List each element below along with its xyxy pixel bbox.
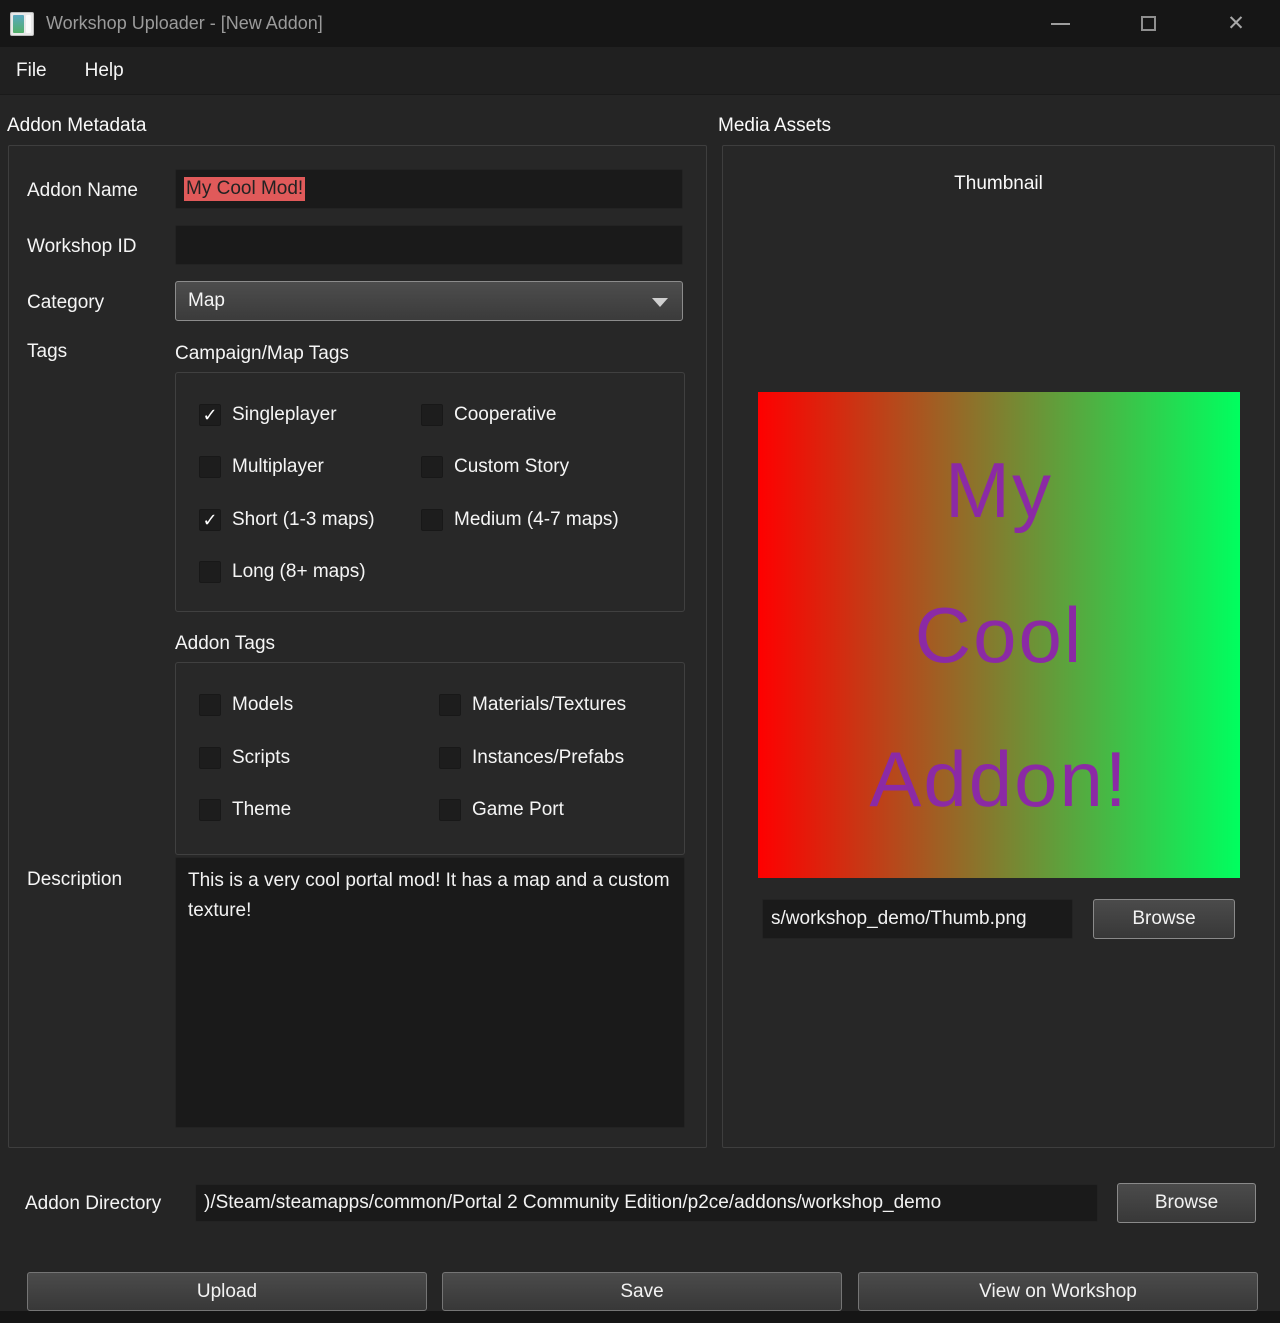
media-assets-section-title: Media Assets bbox=[718, 115, 831, 137]
thumbnail-label: Thumbnail bbox=[723, 173, 1274, 195]
checkbox-label: Medium (4-7 maps) bbox=[454, 509, 619, 531]
addon-directory-input[interactable]: )/Steam/steamapps/common/Portal 2 Commun… bbox=[195, 1184, 1098, 1222]
app-icon-left-pane bbox=[13, 15, 24, 33]
addon-tags-groupbox: Models Materials/Textures Scripts Instan… bbox=[175, 662, 685, 855]
checkbox-game-port[interactable]: Game Port bbox=[439, 799, 564, 821]
window-title: Workshop Uploader - [New Addon] bbox=[46, 13, 323, 34]
directory-browse-button[interactable]: Browse bbox=[1117, 1183, 1256, 1223]
minimize-icon bbox=[1051, 23, 1070, 25]
menu-file[interactable]: File bbox=[12, 56, 51, 86]
addon-name-input[interactable]: My Cool Mod! bbox=[175, 169, 683, 209]
checkbox-box[interactable] bbox=[199, 694, 221, 716]
chevron-down-icon bbox=[652, 298, 668, 307]
checkbox-label: Cooperative bbox=[454, 404, 556, 426]
campaign-tags-groupbox: Singleplayer Cooperative Multiplayer Cus… bbox=[175, 372, 685, 612]
checkbox-multiplayer[interactable]: Multiplayer bbox=[199, 456, 324, 478]
checkbox-box[interactable] bbox=[199, 747, 221, 769]
tags-label: Tags bbox=[27, 341, 67, 363]
checkbox-box[interactable] bbox=[199, 509, 221, 531]
checkbox-scripts[interactable]: Scripts bbox=[199, 747, 290, 769]
thumbnail-text-line: My bbox=[945, 445, 1053, 536]
titlebar: Workshop Uploader - [New Addon] ✕ bbox=[0, 0, 1280, 47]
checkbox-medium[interactable]: Medium (4-7 maps) bbox=[421, 509, 619, 531]
addon-tags-title: Addon Tags bbox=[175, 633, 275, 655]
category-selected-value: Map bbox=[188, 290, 225, 312]
checkbox-models[interactable]: Models bbox=[199, 694, 293, 716]
window-controls: ✕ bbox=[1016, 0, 1280, 47]
checkbox-label: Game Port bbox=[472, 799, 564, 821]
close-button[interactable]: ✕ bbox=[1192, 0, 1280, 47]
thumbnail-path-input[interactable]: s/workshop_demo/Thumb.png bbox=[762, 899, 1073, 939]
checkbox-box[interactable] bbox=[421, 509, 443, 531]
checkbox-box[interactable] bbox=[439, 694, 461, 716]
checkbox-cooperative[interactable]: Cooperative bbox=[421, 404, 556, 426]
description-label: Description bbox=[27, 869, 122, 891]
app-icon bbox=[10, 12, 34, 36]
thumbnail-text-line: Cool bbox=[915, 590, 1083, 681]
checkbox-theme[interactable]: Theme bbox=[199, 799, 291, 821]
checkbox-custom-story[interactable]: Custom Story bbox=[421, 456, 569, 478]
addon-directory-label: Addon Directory bbox=[25, 1193, 161, 1215]
checkbox-box[interactable] bbox=[199, 456, 221, 478]
maximize-button[interactable] bbox=[1104, 0, 1192, 47]
addon-name-selected-text: My Cool Mod! bbox=[184, 177, 305, 201]
checkbox-box[interactable] bbox=[199, 404, 221, 426]
checkbox-label: Theme bbox=[232, 799, 291, 821]
checkbox-label: Long (8+ maps) bbox=[232, 561, 366, 583]
maximize-icon bbox=[1141, 16, 1156, 31]
checkbox-long[interactable]: Long (8+ maps) bbox=[199, 561, 366, 583]
checkbox-label: Materials/Textures bbox=[472, 694, 626, 716]
menubar: File Help bbox=[0, 47, 1280, 95]
checkbox-label: Models bbox=[232, 694, 293, 716]
category-dropdown[interactable]: Map bbox=[175, 281, 683, 321]
minimize-button[interactable] bbox=[1016, 0, 1104, 47]
checkbox-label: Custom Story bbox=[454, 456, 569, 478]
workshop-id-label: Workshop ID bbox=[27, 236, 136, 258]
checkbox-label: Short (1-3 maps) bbox=[232, 509, 375, 531]
checkbox-box[interactable] bbox=[199, 561, 221, 583]
window-bottom-strip bbox=[0, 1311, 1280, 1323]
checkbox-box[interactable] bbox=[421, 456, 443, 478]
checkbox-singleplayer[interactable]: Singleplayer bbox=[199, 404, 337, 426]
checkbox-label: Instances/Prefabs bbox=[472, 747, 624, 769]
app-window: Workshop Uploader - [New Addon] ✕ File H… bbox=[0, 0, 1280, 1323]
campaign-tags-title: Campaign/Map Tags bbox=[175, 343, 349, 365]
checkbox-label: Multiplayer bbox=[232, 456, 324, 478]
thumbnail-image: My Cool Addon! bbox=[758, 392, 1240, 878]
checkbox-box[interactable] bbox=[439, 747, 461, 769]
checkbox-box[interactable] bbox=[199, 799, 221, 821]
checkbox-box[interactable] bbox=[421, 404, 443, 426]
checkbox-instances-prefabs[interactable]: Instances/Prefabs bbox=[439, 747, 624, 769]
app-icon-right-pane bbox=[26, 15, 31, 33]
save-button[interactable]: Save bbox=[442, 1272, 842, 1311]
checkbox-box[interactable] bbox=[439, 799, 461, 821]
checkbox-label: Scripts bbox=[232, 747, 290, 769]
thumbnail-text-line: Addon! bbox=[869, 734, 1128, 825]
workshop-id-input[interactable] bbox=[175, 225, 683, 265]
thumbnail-browse-button[interactable]: Browse bbox=[1093, 899, 1235, 939]
description-textarea[interactable]: This is a very cool portal mod! It has a… bbox=[175, 857, 685, 1128]
checkbox-materials-textures[interactable]: Materials/Textures bbox=[439, 694, 626, 716]
close-icon: ✕ bbox=[1227, 13, 1245, 34]
addon-name-label: Addon Name bbox=[27, 180, 138, 202]
checkbox-short[interactable]: Short (1-3 maps) bbox=[199, 509, 375, 531]
category-label: Category bbox=[27, 292, 104, 314]
upload-button[interactable]: Upload bbox=[27, 1272, 427, 1311]
addon-metadata-section-title: Addon Metadata bbox=[7, 115, 146, 137]
checkbox-label: Singleplayer bbox=[232, 404, 337, 426]
view-on-workshop-button[interactable]: View on Workshop bbox=[858, 1272, 1258, 1311]
menu-help[interactable]: Help bbox=[81, 56, 128, 86]
